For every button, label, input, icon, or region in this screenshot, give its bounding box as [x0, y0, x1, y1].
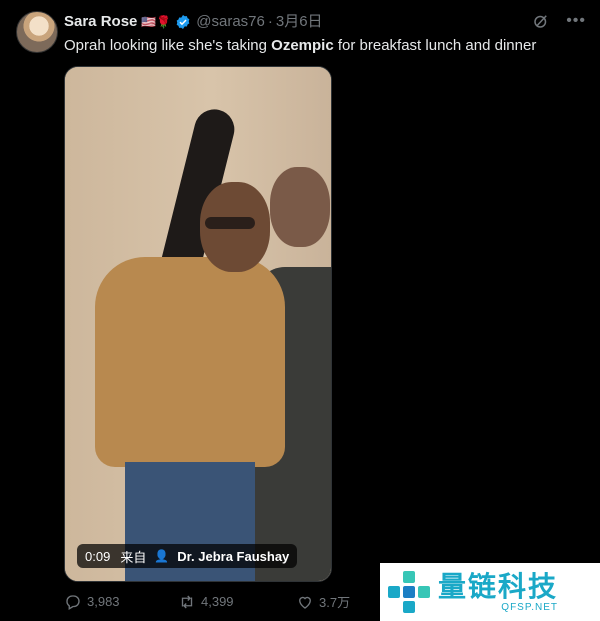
retweet-icon: [181, 595, 193, 608]
tweet-header: Sara Rose 🇺🇸🌹 @saras76 · 3月6日: [64, 13, 323, 31]
grok-icon[interactable]: [532, 12, 550, 30]
watermark-logo: [388, 571, 430, 613]
tweet-top-actions: •••: [532, 12, 586, 30]
site-watermark: 量链科技 QFSP.NET: [380, 563, 600, 621]
video-frame-detail: [270, 167, 330, 247]
watermark-title: 量链科技: [438, 570, 559, 602]
tweet-actions: 3,983 4,399 3.7万: [64, 592, 350, 611]
video-source-name[interactable]: Dr. Jebra Faushay: [177, 549, 289, 564]
tweet-text-part: for breakfast lunch and dinner: [333, 37, 537, 54]
avatar[interactable]: [16, 11, 58, 53]
like-button[interactable]: 3.7万: [296, 592, 350, 611]
tweet-text-highlight[interactable]: Ozempic: [271, 37, 334, 54]
source-avatar-icon: 👤: [154, 549, 170, 563]
more-icon[interactable]: •••: [566, 12, 586, 30]
author-flags: 🇺🇸🌹: [141, 15, 172, 29]
watermark-subtitle: QFSP.NET: [501, 601, 559, 613]
author-name[interactable]: Sara Rose: [64, 13, 137, 31]
like-count: 3.7万: [319, 595, 351, 610]
retweet-button[interactable]: 4,399: [178, 593, 296, 611]
tweet-date[interactable]: 3月6日: [276, 13, 323, 31]
reply-button[interactable]: 3,983: [64, 593, 178, 611]
separator: ·: [267, 13, 273, 30]
video-from-label: 来自: [120, 549, 147, 565]
tweet-text-part: Oprah looking like she's taking: [64, 37, 272, 54]
tweet-text: Oprah looking like she's taking Ozempic …: [64, 36, 536, 56]
verified-badge-icon[interactable]: [175, 14, 191, 30]
video-info-badge[interactable]: 0:09 来自 👤 Dr. Jebra Faushay: [77, 544, 298, 568]
reply-icon: [66, 594, 80, 610]
reply-count: 3,983: [87, 594, 120, 609]
like-icon: [299, 596, 311, 609]
video-frame-detail: [205, 217, 255, 229]
video-player[interactable]: 0:09 来自 👤 Dr. Jebra Faushay: [64, 66, 332, 582]
author-handle[interactable]: @saras76: [196, 13, 265, 31]
retweet-count: 4,399: [201, 594, 234, 609]
video-duration: 0:09: [85, 548, 111, 564]
video-frame-detail: [95, 257, 285, 467]
